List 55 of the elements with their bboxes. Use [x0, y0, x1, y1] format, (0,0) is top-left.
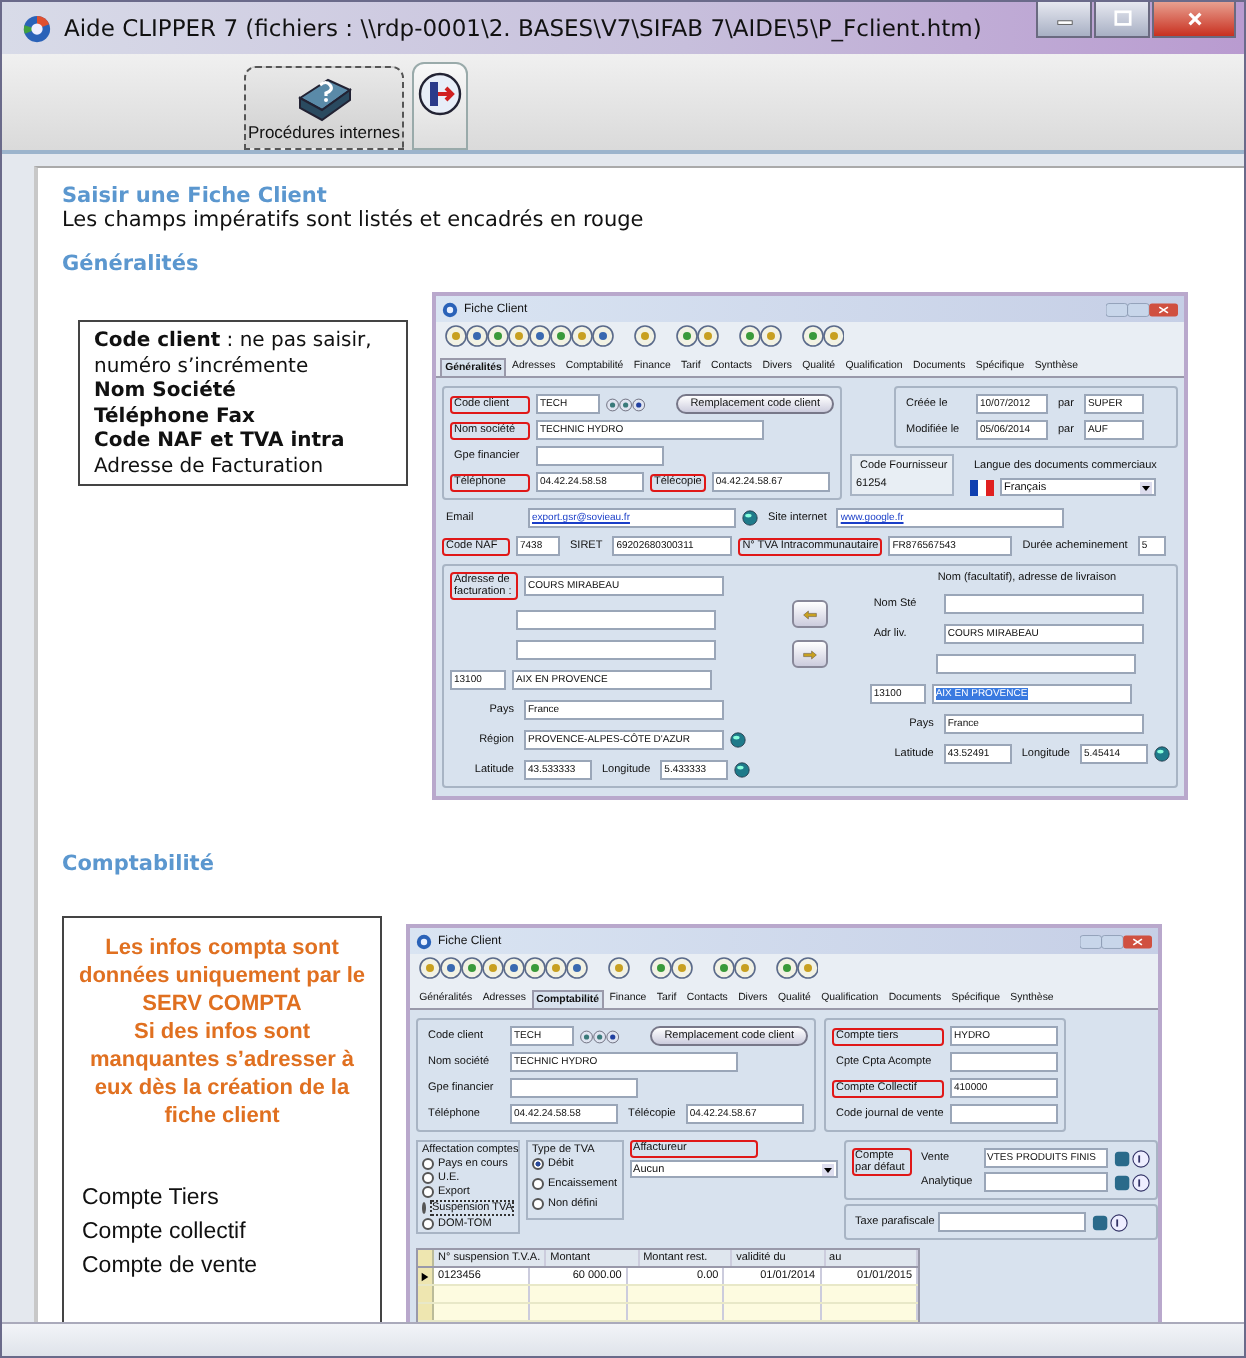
note-line: Compte de vente	[82, 1252, 260, 1282]
maximize-icon	[1113, 10, 1131, 28]
dropdown-arrow-icon	[1140, 481, 1152, 493]
map-icon[interactable]	[730, 732, 746, 748]
warning-text: Si des infos sont manquantes s’adresser à eux dès la création de la fiche client	[87, 1018, 357, 1130]
app-icon	[22, 13, 52, 43]
input-field[interactable]	[937, 1212, 1086, 1232]
exit-button[interactable]	[412, 62, 468, 150]
intro-text: Les champs impératifs sont listés et encadrés en rouge	[62, 208, 646, 232]
input-field[interactable]	[516, 610, 716, 630]
page-title: Saisir une Fiche Client	[62, 184, 329, 208]
globe-icon[interactable]	[742, 510, 758, 526]
dropdown-arrow-icon	[821, 1163, 834, 1175]
warning-text: Les infos compta sont données uniquement par le SERV COMPTA	[76, 934, 368, 1018]
globe-icon[interactable]	[1154, 746, 1170, 762]
input-field[interactable]	[510, 1078, 638, 1098]
copy-left-button[interactable]	[792, 600, 828, 628]
window-title: Aide CLIPPER 7 (fichiers : \\rdp-0001\2. BASES\V7\SIFAB 7\AIDE\5\P_Fclient.htm)	[64, 14, 984, 42]
arrow-left-icon	[802, 609, 818, 619]
close-button[interactable]	[1152, 2, 1236, 38]
account-icons-drawing[interactable]	[1113, 1149, 1150, 1167]
arrow-right-icon	[802, 649, 818, 659]
note-line: Compte Tiers	[82, 1184, 221, 1214]
note-line: Code NAF et TVA intra	[94, 430, 347, 455]
input-field[interactable]	[943, 594, 1144, 614]
close-icon	[1185, 10, 1203, 28]
maximize-button[interactable]	[1094, 2, 1150, 38]
globe-icon[interactable]	[734, 762, 751, 778]
window-controls-drawing[interactable]	[1080, 933, 1152, 949]
input-field[interactable]	[516, 640, 716, 660]
window-controls-drawing[interactable]	[1106, 301, 1178, 317]
note-line: Nom Société	[94, 380, 238, 405]
app-icon	[442, 301, 458, 317]
input-field[interactable]	[983, 1172, 1108, 1192]
note-line: Téléphone Fax	[94, 405, 257, 430]
note-line: Adresse de Facturation	[94, 455, 326, 480]
section-title: Généralités	[62, 252, 201, 276]
app-icon	[416, 933, 432, 949]
account-icons-drawing[interactable]	[1091, 1213, 1128, 1231]
input-field[interactable]	[935, 654, 1136, 674]
toolbar-buttons-drawing[interactable]	[418, 956, 818, 980]
help-book-icon	[294, 74, 354, 122]
account-icons-drawing[interactable]	[1113, 1173, 1150, 1191]
input-field[interactable]	[536, 446, 664, 466]
minimize-button[interactable]	[1036, 2, 1092, 38]
section-title: Comptabilité	[62, 852, 216, 876]
procedures-button[interactable]: Procédures internes	[244, 66, 404, 150]
input-field[interactable]	[950, 1052, 1058, 1072]
note-line: Compte collectif	[82, 1218, 248, 1248]
flag-icon	[970, 479, 994, 495]
exit-door-icon	[418, 72, 462, 116]
input-field[interactable]	[950, 1104, 1058, 1124]
toolbar-buttons-drawing[interactable]	[444, 324, 844, 348]
copy-right-button[interactable]	[792, 640, 828, 668]
note-line: Code client : ne pas saisir, numéro s’incrémente	[94, 330, 374, 380]
